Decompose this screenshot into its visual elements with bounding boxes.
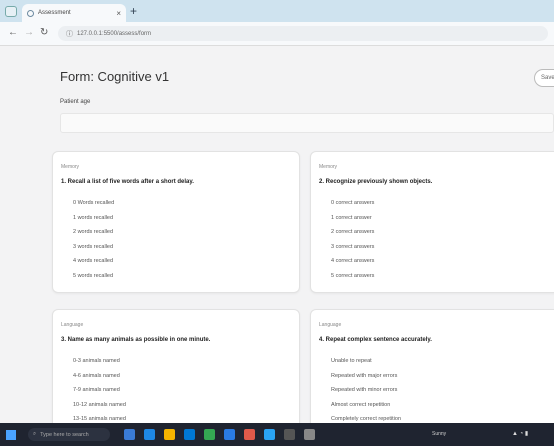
option-item[interactable]: 13-15 animals named xyxy=(73,412,126,423)
page-content: Form: Cognitive v1 Save Patient age Memo… xyxy=(0,47,554,423)
mail-icon[interactable] xyxy=(224,429,235,440)
tab-actions-button[interactable] xyxy=(5,6,17,17)
url-text: 127.0.0.1:5500/assess/form xyxy=(77,30,152,37)
globe-icon xyxy=(27,9,34,17)
question-card-3: Language 3. Name as many animals as poss… xyxy=(52,309,300,423)
card-question: 4. Repeat complex sentence accurately. xyxy=(319,337,432,343)
option-item[interactable]: Repeated with major errors xyxy=(331,369,401,384)
card-category: Language xyxy=(319,322,342,328)
address-bar[interactable]: ⓘ 127.0.0.1:5500/assess/form xyxy=(58,26,548,41)
option-item[interactable]: 5 words recalled xyxy=(73,269,114,284)
browser-tab[interactable]: Assessment × xyxy=(22,4,126,22)
option-item[interactable]: Completely correct repetition xyxy=(331,412,401,423)
option-item[interactable]: 7-9 animals named xyxy=(73,383,126,398)
option-item[interactable]: Repeated with minor errors xyxy=(331,383,401,398)
reload-button[interactable]: ↻ xyxy=(40,27,48,39)
chrome-icon[interactable] xyxy=(204,429,215,440)
new-tab-button[interactable]: + xyxy=(130,4,137,18)
info-icon: ⓘ xyxy=(66,30,73,38)
option-item[interactable]: 3 words recalled xyxy=(73,240,114,255)
taskbar: ⌕ Type here to search Sunny ▲ ◔ ▮ xyxy=(0,423,554,446)
windows-start-icon[interactable] xyxy=(6,430,16,440)
card-category: Memory xyxy=(61,164,80,170)
page-title: Form: Cognitive v1 xyxy=(60,69,170,84)
search-icon: ⌕ xyxy=(33,431,37,437)
store-icon[interactable] xyxy=(184,429,195,440)
card-category: Language xyxy=(61,322,84,328)
card-question: 3. Name as many animals as possible in o… xyxy=(61,337,211,343)
forward-button[interactable]: → xyxy=(24,27,34,39)
patient-age-label: Patient age xyxy=(60,99,91,105)
option-item[interactable]: 10-12 animals named xyxy=(73,398,126,413)
search-placeholder: Type here to search xyxy=(40,431,89,438)
option-item[interactable]: 0 correct answers xyxy=(331,196,374,211)
card-question: 2. Recognize previously shown objects. xyxy=(319,179,433,185)
settings-icon[interactable] xyxy=(304,429,315,440)
question-card-2: Memory 2. Recognize previously shown obj… xyxy=(310,151,554,293)
edge-icon[interactable] xyxy=(144,429,155,440)
option-item[interactable]: 4 words recalled xyxy=(73,254,114,269)
card-category: Memory xyxy=(319,164,338,170)
option-item[interactable]: Unable to repeat xyxy=(331,354,401,369)
option-item[interactable]: 4 correct answers xyxy=(331,254,374,269)
tab-title: Assessment xyxy=(38,10,71,16)
browser-nav-bar: ← → ↻ ⓘ 127.0.0.1:5500/assess/form xyxy=(0,22,554,46)
option-item[interactable]: 1 correct answer xyxy=(331,211,374,226)
option-list: 0-3 animals named 4-6 animals named 7-9 … xyxy=(73,354,126,423)
browser-tab-bar: Assessment × + xyxy=(0,0,554,22)
tab-close-icon[interactable]: × xyxy=(116,9,121,18)
option-item[interactable]: 2 correct answers xyxy=(331,225,374,240)
code-icon[interactable] xyxy=(264,429,275,440)
photos-icon[interactable] xyxy=(244,429,255,440)
option-list: 0 Words recalled 1 words recalled 2 word… xyxy=(73,196,114,284)
patient-age-input[interactable] xyxy=(60,113,554,133)
option-item[interactable]: 5 correct answers xyxy=(331,269,374,284)
option-list: Unable to repeat Repeated with major err… xyxy=(331,354,401,423)
card-question: 1. Recall a list of five words after a s… xyxy=(61,179,194,185)
option-item[interactable]: 0-3 animals named xyxy=(73,354,126,369)
weather-widget[interactable]: Sunny xyxy=(432,431,446,437)
taskbar-search-input[interactable]: ⌕ Type here to search xyxy=(28,428,110,441)
back-button[interactable]: ← xyxy=(8,27,18,39)
option-item[interactable]: Almost correct repetition xyxy=(331,398,401,413)
option-item[interactable]: 2 words recalled xyxy=(73,225,114,240)
system-tray-icon[interactable]: ▲ ◔ ▮ xyxy=(512,430,528,437)
option-item[interactable]: 3 correct answers xyxy=(331,240,374,255)
task-view-icon[interactable] xyxy=(124,429,135,440)
save-button[interactable]: Save xyxy=(534,69,554,87)
question-card-1: Memory 1. Recall a list of five words af… xyxy=(52,151,300,293)
option-item[interactable]: 4-6 animals named xyxy=(73,369,126,384)
option-item[interactable]: 1 words recalled xyxy=(73,211,114,226)
terminal-icon[interactable] xyxy=(284,429,295,440)
folder-icon[interactable] xyxy=(164,429,175,440)
option-item[interactable]: 0 Words recalled xyxy=(73,196,114,211)
question-card-4: Language 4. Repeat complex sentence accu… xyxy=(310,309,554,423)
option-list: 0 correct answers 1 correct answer 2 cor… xyxy=(331,196,374,284)
